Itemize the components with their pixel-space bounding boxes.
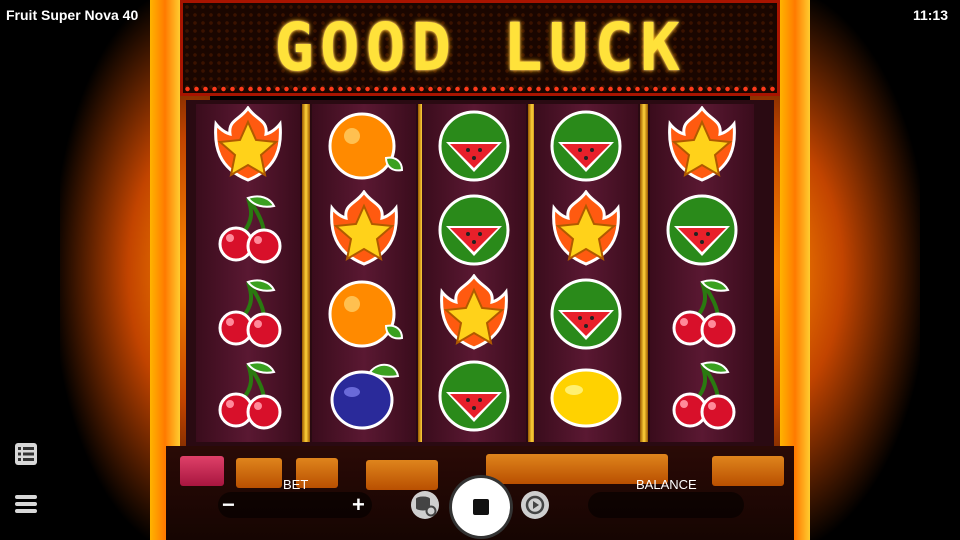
marquee-bulbs [183, 85, 777, 93]
panel-light-pink [180, 456, 224, 486]
plum-symbol [324, 356, 404, 436]
cherry-symbol [208, 274, 288, 354]
panel-light [366, 460, 438, 490]
watermelon-symbol [434, 356, 514, 436]
bet-increase-button[interactable]: + [352, 494, 365, 516]
star-symbol [434, 274, 514, 354]
autoplay-icon[interactable] [520, 490, 550, 520]
star-symbol [662, 106, 742, 186]
bet-bar [218, 492, 372, 518]
lemon-symbol [546, 356, 626, 436]
orange-symbol [324, 274, 404, 354]
star-symbol [208, 106, 288, 186]
cherry-symbol [208, 190, 288, 270]
watermelon-symbol [546, 274, 626, 354]
spin-stop-button[interactable] [452, 478, 510, 536]
bet-decrease-button[interactable]: − [222, 494, 235, 516]
star-symbol [546, 190, 626, 270]
watermelon-symbol [662, 190, 742, 270]
status-bar: Fruit Super Nova 40 11:13 [0, 0, 960, 30]
cherry-symbol [662, 356, 742, 436]
watermelon-symbol [434, 106, 514, 186]
watermelon-symbol [546, 106, 626, 186]
balance-bar [588, 492, 744, 518]
cherry-symbol [208, 356, 288, 436]
balance-label: BALANCE [636, 477, 697, 492]
bet-label: BET [283, 477, 309, 492]
stop-icon [473, 499, 489, 515]
game-title: Fruit Super Nova 40 [6, 7, 139, 23]
reel-divider [640, 104, 648, 442]
watermelon-symbol [434, 190, 514, 270]
list-icon[interactable] [14, 442, 38, 466]
hamburger-icon[interactable] [14, 492, 38, 516]
orange-symbol [324, 106, 404, 186]
coin-settings-icon[interactable] [410, 490, 440, 520]
reel-divider [302, 104, 310, 442]
cherry-symbol [662, 274, 742, 354]
clock: 11:13 [912, 7, 948, 23]
panel-light [236, 458, 282, 488]
star-symbol [324, 190, 404, 270]
panel-light [712, 456, 784, 486]
